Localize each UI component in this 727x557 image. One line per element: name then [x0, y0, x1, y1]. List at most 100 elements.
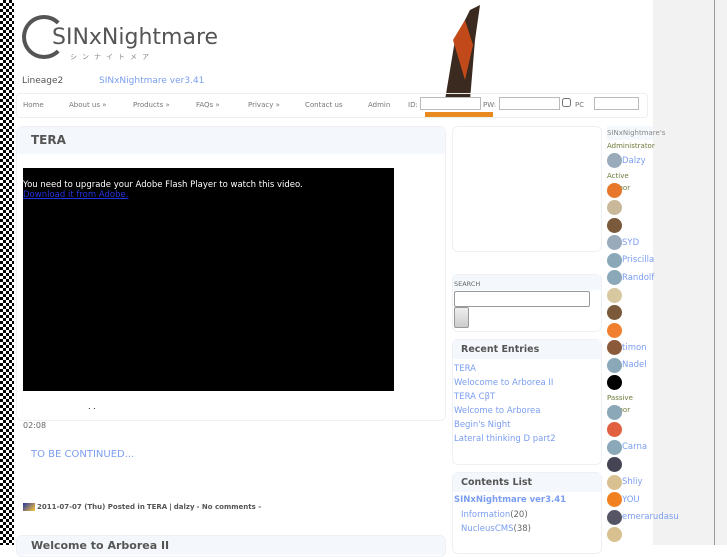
- contents-list-panel: Contents List SINxNightmare ver3.41 Info…: [452, 472, 602, 554]
- avatar-icon: [607, 235, 622, 251]
- member-link[interactable]: Priscilla: [622, 255, 654, 265]
- member-row[interactable]: [607, 322, 653, 340]
- member-link[interactable]: SYD: [622, 238, 639, 248]
- member-row[interactable]: [607, 456, 653, 474]
- nav-home[interactable]: Home: [23, 101, 44, 109]
- recent-entry-link[interactable]: TERA: [454, 362, 601, 376]
- contents-blog-link[interactable]: SINxNightmare ver3.41: [453, 492, 601, 508]
- member-link[interactable]: Nadel: [622, 360, 647, 370]
- member-row[interactable]: [607, 304, 653, 322]
- flash-video[interactable]: You need to upgrade your Adobe Flash Pla…: [23, 168, 394, 391]
- member-row[interactable]: Dalzy: [607, 152, 653, 170]
- avatar-icon: [607, 357, 622, 373]
- category-count: (38): [513, 524, 531, 534]
- nav-faqs[interactable]: FAQs »: [196, 101, 220, 109]
- dots: . .: [88, 402, 96, 411]
- checkered-border: [0, 0, 14, 545]
- member-link[interactable]: YOU: [622, 495, 640, 505]
- scrollbar-line[interactable]: [714, 0, 715, 545]
- nav-bar: Home About us » Products » FAQs » Privac…: [16, 93, 648, 118]
- nav-contact[interactable]: Contact us: [305, 101, 343, 109]
- recent-entry-link[interactable]: Welcome to Arborea: [454, 404, 601, 418]
- member-link[interactable]: Carna: [622, 442, 647, 452]
- member-row[interactable]: YOU: [607, 491, 653, 509]
- avatar-icon: [607, 340, 622, 356]
- post-title[interactable]: TERA: [17, 127, 445, 154]
- avatar-icon: [607, 182, 622, 198]
- meta-separator: |: [169, 503, 172, 511]
- member-row[interactable]: emerarudasu: [607, 509, 679, 527]
- flash-download-link[interactable]: Download it from Adobe.: [23, 190, 394, 200]
- category-count: (20): [510, 510, 528, 520]
- ad-box: [452, 126, 602, 252]
- next-post-title[interactable]: Welcome to Arborea II: [17, 536, 445, 555]
- continue-link[interactable]: TO BE CONTINUED...: [31, 449, 134, 460]
- member-link[interactable]: timon: [622, 343, 647, 353]
- category-link[interactable]: Information: [461, 510, 510, 520]
- search-label: SEARCH: [453, 275, 601, 290]
- member-row[interactable]: Nadel: [607, 357, 653, 375]
- id-label: ID:: [408, 101, 418, 109]
- pw-label: PW:: [483, 101, 497, 109]
- recent-entry-link[interactable]: Welocome to Arborea II: [454, 376, 601, 390]
- member-link[interactable]: Randolf: [622, 273, 654, 283]
- login-field[interactable]: [594, 97, 639, 110]
- member-link[interactable]: Shliy: [622, 477, 643, 487]
- member-row[interactable]: [607, 374, 653, 392]
- member-row[interactable]: SYD: [607, 234, 653, 252]
- member-row[interactable]: [607, 217, 653, 235]
- nav-about[interactable]: About us »: [69, 101, 107, 109]
- post-meta: 2011-07-07 (Thu) Posted in TERA | dalzy …: [23, 503, 261, 511]
- avatar-icon: [607, 439, 622, 455]
- role-administrator: Administrator: [607, 142, 655, 150]
- nav-admin[interactable]: Admin: [368, 101, 390, 109]
- member-row[interactable]: Randolf: [607, 269, 654, 287]
- category-item: NucleusCMS(38): [461, 522, 601, 536]
- nav-privacy[interactable]: Privacy »: [248, 101, 280, 109]
- member-row[interactable]: timon: [607, 339, 653, 357]
- avatar-icon: [607, 305, 622, 321]
- category-item: Information(20): [461, 508, 601, 522]
- member-row[interactable]: [607, 199, 653, 217]
- role-passive-author: Passive author: [607, 393, 633, 414]
- pc-checkbox[interactable]: [562, 97, 571, 108]
- member-row[interactable]: [607, 526, 653, 544]
- recent-entry-link[interactable]: Lateral thinking D part2: [454, 432, 601, 446]
- avatar-icon: [607, 457, 622, 473]
- member-row[interactable]: Shliy: [607, 474, 653, 492]
- avatar-icon: [607, 153, 622, 169]
- nav-products[interactable]: Products »: [133, 101, 170, 109]
- logo-text: SINxNightmare: [52, 24, 219, 50]
- meta-author[interactable]: dalzy: [174, 503, 195, 511]
- avatar-icon: [607, 527, 622, 543]
- id-input[interactable]: [420, 97, 481, 110]
- member-row[interactable]: [607, 421, 653, 439]
- recent-entries-panel: Recent Entries TERA Welocome to Arborea I…: [452, 339, 602, 465]
- avatar-icon: [607, 287, 622, 303]
- recent-entry-link[interactable]: Begin's Night: [454, 418, 601, 432]
- avatar-icon: [607, 252, 622, 268]
- logo-kana: シンナイトメア: [70, 53, 154, 61]
- search-input[interactable]: [454, 291, 590, 307]
- contents-list-title: Contents List: [453, 473, 601, 492]
- member-row[interactable]: Priscilla: [607, 252, 654, 270]
- member-link[interactable]: Dalzy: [622, 156, 646, 166]
- site-label: Lineage2: [22, 76, 64, 86]
- meta-comments[interactable]: - No comments -: [197, 503, 262, 511]
- recent-entry-link[interactable]: TERA CβT: [454, 390, 601, 404]
- category-link[interactable]: NucleusCMS: [461, 524, 514, 534]
- members-title: SINxNightmare's: [607, 126, 665, 140]
- version-link[interactable]: SINxNightmare ver3.41: [99, 76, 204, 86]
- member-link[interactable]: emerarudasu: [622, 512, 679, 522]
- flash-message: You need to upgrade your Adobe Flash Pla…: [23, 180, 303, 190]
- member-row[interactable]: Carna: [607, 439, 653, 457]
- pw-input[interactable]: [499, 97, 560, 110]
- meta-category[interactable]: TERA: [147, 503, 167, 511]
- avatar-icon: [607, 492, 622, 508]
- avatar-icon: [607, 375, 622, 391]
- post-image-icon: [23, 503, 35, 511]
- search-button[interactable]: [454, 307, 469, 328]
- avatar-icon: [607, 422, 622, 438]
- avatar-icon: [607, 270, 622, 286]
- member-row[interactable]: [607, 287, 653, 305]
